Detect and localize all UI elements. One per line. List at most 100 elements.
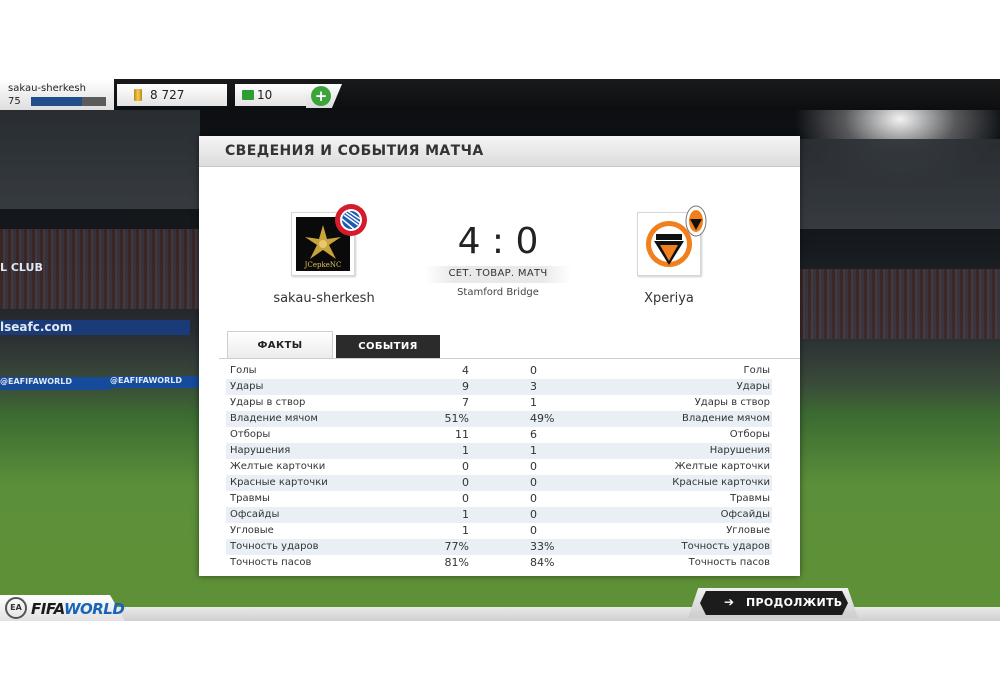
stat-label-home: Удары в створ [230, 397, 306, 408]
stat-label-away: Точность пасов [688, 557, 770, 568]
points-value: 10 [257, 88, 273, 102]
banner-twitter-1: @EAFIFAWORLD [0, 377, 110, 390]
stat-row: Удары в створ 7 1 Удары в створ [226, 395, 772, 411]
stat-row: Нарушения 1 1 Нарушения [226, 443, 772, 459]
match-score: 4 : 0 [457, 221, 539, 262]
stat-value-home: 1 [462, 524, 469, 537]
stat-label-away: Отборы [729, 429, 770, 440]
stat-label-home: Травмы [230, 493, 270, 504]
stat-label-home: Отборы [230, 429, 271, 440]
stat-label-home: Угловые [230, 525, 274, 536]
points-icon [242, 90, 254, 100]
arrow-right-icon: ➔ [724, 595, 735, 609]
stat-label-home: Красные карточки [230, 477, 328, 488]
stat-value-away: 0 [530, 508, 537, 521]
user-level: 75 [8, 96, 21, 107]
tab-divider [219, 358, 800, 359]
plus-icon[interactable]: + [311, 86, 331, 106]
stat-value-home: 0 [462, 476, 469, 489]
stat-label-away: Владение мячом [682, 413, 770, 424]
shakhtar-badge-icon [685, 205, 707, 237]
stat-label-home: Точность ударов [230, 541, 319, 552]
stat-label-home: Нарушения [230, 445, 291, 456]
banner-website: lseafc.com [0, 320, 190, 335]
bayern-badge-icon [335, 204, 367, 236]
stat-value-home: 1 [462, 444, 469, 457]
stat-row: Удары 9 3 Удары [226, 379, 772, 395]
stat-row: Желтые карточки 0 0 Желтые карточки [226, 459, 772, 475]
logo-suffix: WORLD [63, 600, 125, 618]
stat-value-home: 77% [444, 540, 469, 553]
stat-value-home: 11 [455, 428, 469, 441]
banner-twitter-2: @EAFIFAWORLD [110, 376, 200, 388]
stat-value-home: 0 [462, 492, 469, 505]
username: sakau-sherkesh [8, 83, 86, 94]
stat-value-away: 0 [530, 524, 537, 537]
stadium-stand-left [0, 109, 200, 209]
stat-value-away: 1 [530, 444, 537, 457]
stat-value-away: 33% [530, 540, 555, 553]
fifa-world-logo-text: FIFAWORLD [31, 600, 125, 618]
tab-facts[interactable]: ФАКТЫ [227, 331, 333, 358]
stat-value-home: 4 [462, 364, 469, 377]
stat-label-home: Точность пасов [230, 557, 312, 568]
stat-row: Владение мячом 51% 49% Владение мячом [226, 411, 772, 427]
stat-row: Голы 4 0 Голы [226, 363, 772, 379]
stat-row: Отборы 11 6 Отборы [226, 427, 772, 443]
stat-label-home: Удары [230, 381, 264, 392]
stat-row: Точность пасов 81% 84% Точность пасов [226, 555, 772, 571]
tab-events[interactable]: СОБЫТИЯ [336, 335, 440, 358]
stat-value-away: 3 [530, 380, 537, 393]
stat-row: Точность ударов 77% 33% Точность ударов [226, 539, 772, 555]
stat-value-away: 6 [530, 428, 537, 441]
crowd-right [800, 269, 1000, 339]
stat-label-away: Желтые карточки [674, 461, 770, 472]
stat-value-home: 1 [462, 508, 469, 521]
stat-value-away: 49% [530, 412, 555, 425]
stat-label-away: Точность ударов [681, 541, 770, 552]
banner-club: L CLUB [0, 261, 43, 274]
ea-sports-icon: EA [5, 597, 27, 619]
stat-row: Офсайды 1 0 Офсайды [226, 507, 772, 523]
stat-value-away: 0 [530, 364, 537, 377]
stat-label-home: Голы [230, 365, 257, 376]
stat-row: Травмы 0 0 Травмы [226, 491, 772, 507]
home-team-name: sakau-sherkesh [273, 291, 375, 306]
away-team-name: Xperiya [644, 291, 694, 306]
home-crest-text: JCepkeNC [304, 261, 342, 269]
match-details-dialog: СВЕДЕНИЯ И СОБЫТИЯ МАТЧА JCepkeNC sakau-… [199, 136, 800, 576]
stadium-name: Stamford Bridge [457, 287, 539, 298]
continue-label: ПРОДОЛЖИТЬ [746, 596, 843, 609]
match-type: СЕТ. ТОВАР. МАТЧ [448, 268, 548, 279]
stat-value-home: 0 [462, 460, 469, 473]
stat-label-away: Красные карточки [672, 477, 770, 488]
stat-label-away: Нарушения [709, 445, 770, 456]
dialog-title: СВЕДЕНИЯ И СОБЫТИЯ МАТЧА [225, 143, 484, 159]
stat-label-home: Желтые карточки [230, 461, 326, 472]
stat-label-away: Голы [743, 365, 770, 376]
stat-value-home: 7 [462, 396, 469, 409]
stat-label-home: Владение мячом [230, 413, 318, 424]
stat-label-away: Офсайды [720, 509, 770, 520]
stat-label-away: Травмы [730, 493, 770, 504]
stat-value-away: 0 [530, 460, 537, 473]
logo-prefix: FIFA [31, 600, 64, 618]
stat-label-away: Удары [736, 381, 770, 392]
continue-button[interactable]: ➔ ПРОДОЛЖИТЬ [700, 591, 848, 615]
dialog-header: СВЕДЕНИЯ И СОБЫТИЯ МАТЧА [199, 136, 800, 167]
xp-progress-bar [31, 97, 106, 106]
stat-label-home: Офсайды [230, 509, 280, 520]
coins-value: 8 727 [150, 88, 185, 102]
stat-value-home: 51% [444, 412, 469, 425]
stat-value-away: 84% [530, 556, 555, 569]
coins-icon [134, 89, 142, 101]
stat-value-away: 1 [530, 396, 537, 409]
stat-value-home: 81% [444, 556, 469, 569]
stat-value-away: 0 [530, 492, 537, 505]
xp-progress-fill [31, 97, 82, 106]
stadium-stand-right [800, 139, 1000, 229]
stat-value-away: 0 [530, 476, 537, 489]
stat-row: Угловые 1 0 Угловые [226, 523, 772, 539]
stat-label-away: Угловые [726, 525, 770, 536]
stat-value-home: 9 [462, 380, 469, 393]
